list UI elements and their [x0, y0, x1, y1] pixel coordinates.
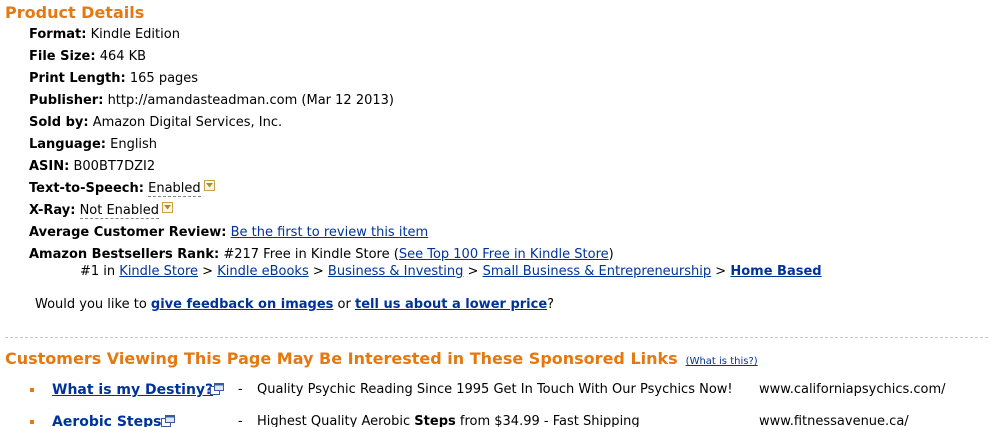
- feedback-middle: or: [337, 297, 351, 312]
- rank-value: #217 Free in Kindle Store: [223, 247, 390, 262]
- format-label: Format:: [29, 27, 87, 42]
- publisher-label: Publisher:: [29, 93, 104, 108]
- bullet-icon: [30, 388, 34, 392]
- detail-print-length: Print Length: 165 pages: [29, 70, 614, 92]
- lower-price-link[interactable]: tell us about a lower price: [355, 297, 547, 312]
- crumb-kindle-ebooks[interactable]: Kindle eBooks: [217, 264, 309, 279]
- sold-by-value: Amazon Digital Services, Inc.: [92, 115, 283, 130]
- detail-language: Language: English: [29, 136, 614, 158]
- open-new-window-icon[interactable]: [161, 415, 175, 427]
- sponsored-ad-row: Aerobic Steps - Highest Quality Aerobic …: [30, 413, 988, 427]
- open-new-window-icon[interactable]: [210, 383, 224, 395]
- feedback-line: Would you like to give feedback on image…: [35, 297, 554, 313]
- what-is-this-link[interactable]: (What is this?): [686, 356, 758, 367]
- product-details-heading: Product Details: [5, 3, 145, 22]
- print-length-label: Print Length:: [29, 71, 126, 86]
- top100-link[interactable]: See Top 100 Free in Kindle Store: [399, 247, 609, 262]
- ad-dash: -: [238, 382, 243, 397]
- category-rank-breadcrumb: #1 in Kindle Store > Kindle eBooks > Bus…: [80, 264, 822, 280]
- tts-value[interactable]: Enabled: [148, 181, 201, 197]
- detail-text-to-speech: Text-to-Speech: Enabled: [29, 180, 614, 202]
- rank-paren-close: ): [608, 247, 614, 262]
- file-size-value: 464 KB: [99, 49, 147, 64]
- crumb-separator: >: [467, 264, 479, 279]
- ad-title-link[interactable]: Aerobic Steps: [52, 413, 161, 427]
- print-length-value: 165 pages: [129, 71, 199, 86]
- detail-sold-by: Sold by: Amazon Digital Services, Inc.: [29, 114, 614, 136]
- section-divider: [5, 337, 988, 338]
- asin-value: B00BT7DZI2: [73, 159, 156, 174]
- crumb-small-business[interactable]: Small Business & Entrepreneurship: [483, 264, 712, 279]
- first-review-link[interactable]: Be the first to review this item: [231, 225, 429, 240]
- xray-info-dropdown-icon[interactable]: [162, 202, 174, 213]
- ad-description: Highest Quality Aerobic Steps from $34.9…: [257, 413, 640, 427]
- ad-url: www.californiapsychics.com/: [759, 382, 946, 397]
- detail-asin: ASIN: B00BT7DZI2: [29, 158, 614, 180]
- ad-dash: -: [238, 414, 243, 427]
- feedback-images-link[interactable]: give feedback on images: [151, 297, 333, 312]
- language-value: English: [110, 137, 158, 152]
- rank-label: Amazon Bestsellers Rank:: [29, 247, 220, 262]
- crumb-separator: >: [202, 264, 214, 279]
- bullet-icon: [30, 420, 34, 424]
- xray-value[interactable]: Not Enabled: [79, 203, 160, 219]
- detail-average-review: Average Customer Review: Be the first to…: [29, 224, 614, 246]
- crumb-kindle-store[interactable]: Kindle Store: [119, 264, 198, 279]
- crumb-separator: >: [715, 264, 727, 279]
- ad-desc-keyword: Steps: [414, 414, 456, 427]
- format-value: Kindle Edition: [90, 27, 180, 42]
- ad-title-link[interactable]: What is my Destiny?: [52, 381, 213, 399]
- product-details-list: Format: Kindle Edition File Size: 464 KB…: [29, 26, 614, 268]
- tts-label: Text-to-Speech:: [29, 181, 144, 196]
- detail-xray: X-Ray: Not Enabled: [29, 202, 614, 224]
- tts-info-dropdown-icon[interactable]: [203, 180, 215, 191]
- detail-file-size: File Size: 464 KB: [29, 48, 614, 70]
- ad-desc-pre: Highest Quality Aerobic: [257, 414, 411, 427]
- ad-desc-post: from $34.99 - Fast Shipping: [459, 414, 640, 427]
- sponsored-ad-row: What is my Destiny? - Quality Psychic Re…: [30, 381, 988, 399]
- language-label: Language:: [29, 137, 106, 152]
- crumb-separator: >: [312, 264, 324, 279]
- asin-label: ASIN:: [29, 159, 70, 174]
- category-rank-prefix: #1 in: [80, 264, 116, 279]
- review-label: Average Customer Review:: [29, 225, 227, 240]
- detail-format: Format: Kindle Edition: [29, 26, 614, 48]
- sponsored-links-heading-row: Customers Viewing This Page May Be Inter…: [5, 349, 758, 368]
- xray-label: X-Ray:: [29, 203, 76, 218]
- feedback-prefix: Would you like to: [35, 297, 147, 312]
- detail-publisher: Publisher: http://amandasteadman.com (Ma…: [29, 92, 614, 114]
- file-size-label: File Size:: [29, 49, 96, 64]
- crumb-business-investing[interactable]: Business & Investing: [328, 264, 463, 279]
- ad-description: Quality Psychic Reading Since 1995 Get I…: [257, 382, 733, 397]
- product-page: Product Details Format: Kindle Edition F…: [0, 0, 988, 427]
- publisher-value: http://amandasteadman.com (Mar 12 2013): [107, 93, 394, 108]
- feedback-suffix: ?: [547, 297, 555, 312]
- crumb-home-based[interactable]: Home Based: [730, 264, 821, 279]
- sold-by-label: Sold by:: [29, 115, 89, 130]
- sponsored-links-heading: Customers Viewing This Page May Be Inter…: [5, 349, 678, 368]
- ad-url: www.fitnessavenue.ca/: [759, 414, 909, 427]
